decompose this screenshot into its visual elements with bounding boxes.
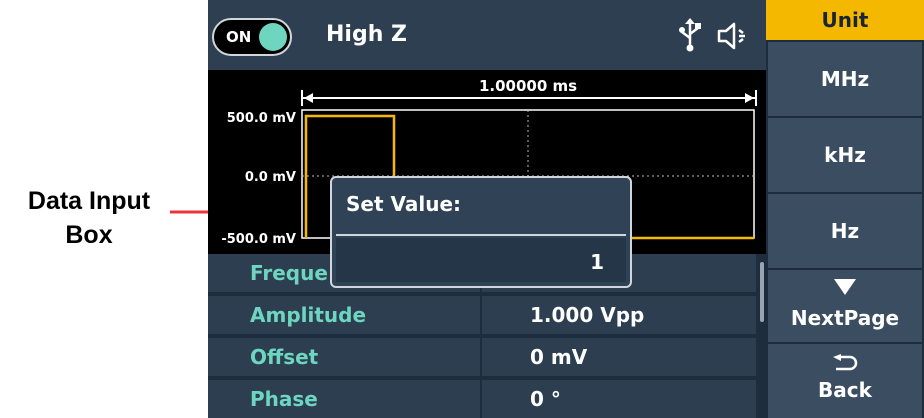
param-row-offset[interactable]: Offset 0 mV	[208, 338, 756, 376]
output-toggle-label: ON	[226, 28, 252, 46]
param-scrollbar[interactable]	[760, 262, 764, 322]
status-bar: ON High Z	[208, 0, 766, 70]
param-name: Offset	[208, 338, 480, 376]
data-input-dialog: Set Value: 1	[330, 176, 632, 288]
param-row-amplitude[interactable]: Amplitude 1.000 Vpp	[208, 296, 756, 334]
load-impedance: High Z	[326, 22, 407, 47]
voltage-low-label: -500.0 mV	[221, 232, 296, 247]
speaker-muted-icon	[717, 22, 745, 50]
input-value: 1	[590, 250, 604, 274]
value-input-field[interactable]: 1	[336, 238, 626, 282]
triangle-down-icon	[834, 279, 856, 295]
unit-mhz-button[interactable]: MHz	[768, 42, 922, 116]
toggle-knob	[259, 23, 287, 51]
param-name: Phase	[208, 380, 480, 418]
param-name: Amplitude	[208, 296, 480, 334]
annotation-label: Data Input Box	[4, 184, 174, 252]
annotation-line-2: Box	[65, 221, 113, 249]
param-value: 1.000 Vpp	[482, 296, 756, 334]
voltage-high-label: 500.0 mV	[227, 111, 296, 126]
annotation-line-1: Data Input	[27, 187, 151, 215]
device-screen: ON High Z 1.00000 ms 500.0 mV 0.0 mV -50…	[208, 0, 924, 418]
next-page-button[interactable]: NextPage	[768, 270, 922, 342]
softkey-label: kHz	[824, 143, 866, 167]
unit-khz-button[interactable]: kHz	[768, 118, 922, 192]
softkey-label: Back	[818, 378, 872, 402]
param-row-phase[interactable]: Phase 0 °	[208, 380, 756, 418]
output-toggle[interactable]: ON	[212, 18, 292, 56]
unit-hz-button[interactable]: Hz	[768, 194, 922, 268]
back-button[interactable]: Back	[768, 344, 922, 418]
menu-title: Unit	[766, 0, 924, 40]
softkey-label: Hz	[830, 219, 860, 243]
dialog-title: Set Value:	[346, 192, 462, 216]
time-span-label: 1.00000 ms	[479, 77, 577, 95]
usb-icon	[679, 18, 701, 52]
return-arrow-icon	[833, 354, 858, 371]
param-value: 0 °	[482, 380, 756, 418]
softkey-label: NextPage	[790, 306, 900, 330]
voltage-mid-label: 0.0 mV	[245, 170, 296, 185]
param-value: 0 mV	[482, 338, 756, 376]
softkey-menu: Unit MHz kHz Hz NextPage Back	[766, 0, 924, 418]
dialog-divider	[336, 234, 626, 236]
softkey-label: MHz	[820, 67, 870, 91]
